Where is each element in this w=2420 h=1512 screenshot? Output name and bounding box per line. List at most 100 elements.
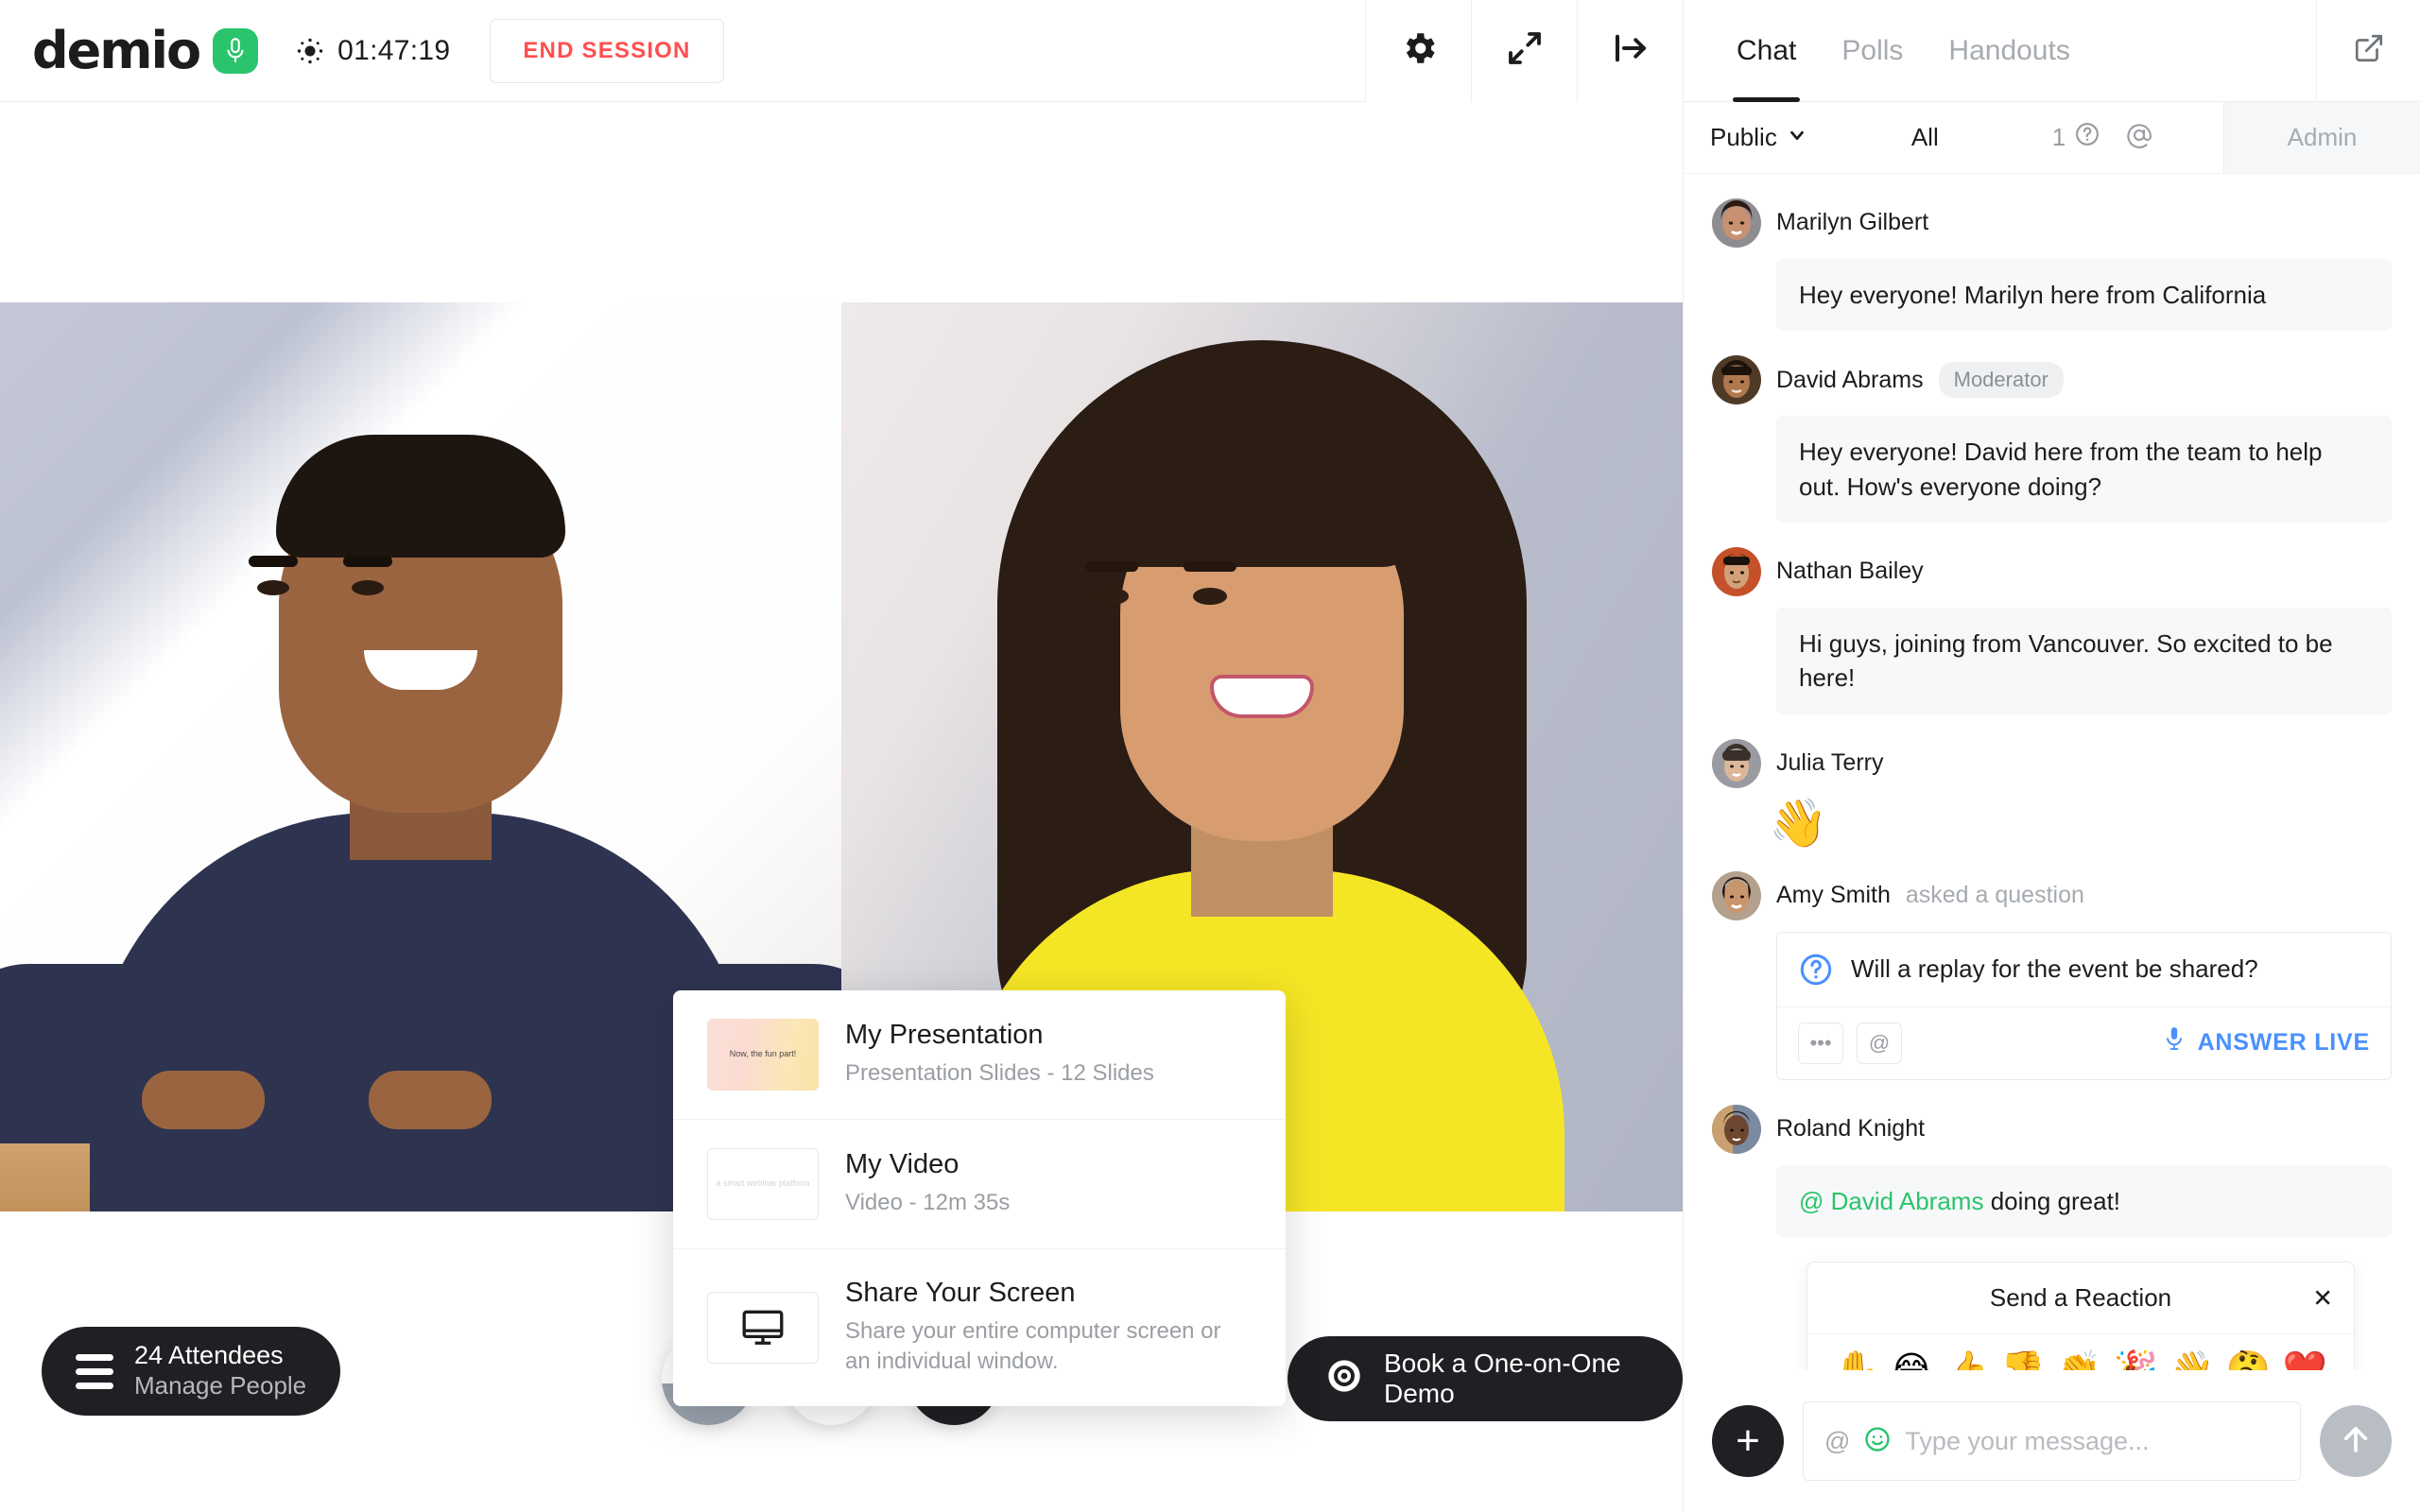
chat-filter-left: Public All 1: [1684, 102, 2223, 173]
share-option-screen[interactable]: Share Your Screen Share your entire comp…: [673, 1248, 1286, 1406]
attendee-count-label: 24 Attendees: [134, 1341, 284, 1370]
message-subtext: asked a question: [1905, 882, 2084, 909]
message-author: Marilyn Gilbert: [1776, 209, 1929, 236]
collapse-panel-button[interactable]: [1577, 0, 1683, 102]
at-icon[interactable]: @: [1857, 1022, 1902, 1064]
tab-polls[interactable]: Polls: [1819, 0, 1926, 102]
chat-tab-bar: Chat Polls Handouts: [1684, 0, 2420, 102]
filter-mentions[interactable]: [2125, 121, 2153, 154]
collapse-panel-icon: [1611, 28, 1651, 73]
visibility-dropdown[interactable]: Public: [1710, 123, 1807, 152]
filter-all[interactable]: All: [1911, 123, 1939, 152]
share-option-title: My Presentation: [845, 1020, 1044, 1051]
message-text: Hi guys, joining from Vancouver. So exci…: [1776, 607, 2392, 714]
chat-message-list[interactable]: Marilyn Gilbert Hey everyone! Marilyn he…: [1684, 174, 2420, 1370]
answer-live-label: ANSWER LIVE: [2197, 1029, 2370, 1057]
question-circle-icon: [2074, 121, 2100, 154]
avatar: [1712, 738, 1761, 788]
avatar: [1712, 546, 1761, 596]
chat-message: Roland Knight @ David Abrams doing great…: [1712, 1104, 2392, 1238]
chat-question-message: Amy Smith asked a question Will a replay…: [1712, 870, 2392, 1080]
timer-text: 01:47:19: [337, 34, 451, 66]
video-thumbnail-caption: a smart webinar platform: [716, 1178, 810, 1189]
avatar: [1712, 1104, 1761, 1154]
smiley-icon[interactable]: [1863, 1425, 1892, 1458]
chat-message: Marilyn Gilbert Hey everyone! Marilyn he…: [1712, 198, 2392, 332]
message-body: doing great!: [1983, 1186, 2121, 1215]
reaction-thumbs-up[interactable]: 👍: [1942, 1351, 1990, 1370]
end-session-button[interactable]: END SESSION: [490, 18, 724, 83]
attendees-button[interactable]: 24 Attendees Manage People: [42, 1327, 341, 1416]
message-header: Amy Smith asked a question: [1712, 870, 2392, 920]
ellipsis-icon[interactable]: •••: [1798, 1022, 1843, 1064]
monitor-icon: [707, 1291, 819, 1364]
message-input-wrap[interactable]: @: [1803, 1401, 2301, 1481]
message-author: David Abrams: [1776, 366, 1924, 393]
reaction-raise-hand[interactable]: ✋: [1832, 1351, 1880, 1370]
message-text: @ David Abrams doing great!: [1776, 1164, 2392, 1238]
plus-icon: +: [1736, 1418, 1760, 1465]
gear-icon: [1399, 28, 1439, 73]
question-text: Will a replay for the event be shared?: [1851, 954, 2258, 984]
fullscreen-button[interactable]: [1471, 0, 1577, 102]
message-author: Julia Terry: [1776, 749, 1884, 777]
send-message-button[interactable]: [2320, 1405, 2392, 1477]
reaction-laugh[interactable]: 😂: [1889, 1351, 1934, 1370]
tab-chat[interactable]: Chat: [1714, 0, 1819, 102]
top-bar-icon-group: [1365, 0, 1683, 102]
message-input[interactable]: [1905, 1426, 2279, 1456]
chat-message: David Abrams Moderator Hey everyone! Dav…: [1712, 355, 2392, 523]
chat-tablist: Chat Polls Handouts: [1684, 0, 2316, 102]
mention-token[interactable]: @ David Abrams: [1799, 1187, 1983, 1215]
question-count: 1: [2051, 122, 2066, 151]
logo-text: demio: [32, 21, 201, 80]
message-author: Roland Knight: [1776, 1115, 1926, 1143]
external-link-icon: [2353, 32, 2385, 69]
reaction-party[interactable]: 🎉: [2112, 1351, 2160, 1370]
question-card: Will a replay for the event be shared? •…: [1776, 931, 2392, 1080]
video-thumbnail: a smart webinar platform: [707, 1148, 819, 1220]
presentation-thumbnail-caption: Now, the fun part!: [729, 1049, 797, 1059]
stage-area: demio 01:47:19 END SESSION Now, the fun …: [0, 0, 1683, 1512]
message-text: Hey everyone! David here from the team t…: [1776, 416, 2392, 523]
filter-questions[interactable]: 1: [2052, 121, 2100, 154]
message-text: Hey everyone! Marilyn here from Californ…: [1776, 258, 2392, 332]
avatar: [1712, 198, 1761, 248]
close-icon[interactable]: ✕: [2312, 1283, 2333, 1313]
message-header: Nathan Bailey: [1712, 546, 2392, 596]
settings-button[interactable]: [1365, 0, 1471, 102]
chat-message: Nathan Bailey Hi guys, joining from Vanc…: [1712, 546, 2392, 714]
microphone-icon: [2162, 1025, 2187, 1060]
send-reaction-panel: Send a Reaction ✕ ✋ 😂 👍 👎 👏 🎉 👋 🤔 ❤️: [1806, 1262, 2355, 1370]
book-demo-button[interactable]: Book a One-on-One Demo: [1288, 1336, 1683, 1421]
avatar: [1712, 355, 1761, 405]
tab-handouts[interactable]: Handouts: [1926, 0, 2092, 102]
chevron-down-icon: [1787, 123, 1807, 152]
question-card-body: Will a replay for the event be shared?: [1777, 933, 2391, 1006]
share-content-menu: Now, the fun part! My Presentation Prese…: [673, 990, 1286, 1406]
question-circle-icon: [1798, 952, 1834, 988]
share-option-subtitle: Share your entire computer screen or an …: [845, 1318, 1221, 1375]
brand-logo: demio: [0, 21, 259, 80]
reaction-heart[interactable]: ❤️: [2281, 1351, 2329, 1370]
reaction-thumbs-down[interactable]: 👎: [1998, 1351, 2047, 1370]
visibility-label: Public: [1710, 122, 1777, 151]
filter-admin[interactable]: Admin: [2223, 102, 2420, 173]
share-option-title: My Video: [845, 1149, 959, 1180]
add-attachment-button[interactable]: +: [1712, 1405, 1784, 1477]
share-option-title: Share Your Screen: [845, 1278, 1076, 1308]
answer-live-button[interactable]: ANSWER LIVE: [2162, 1025, 2370, 1060]
message-author: Amy Smith: [1776, 882, 1891, 909]
popout-chat-button[interactable]: [2316, 0, 2420, 101]
reaction-wave[interactable]: 👋: [2168, 1351, 2216, 1370]
share-option-subtitle: Presentation Slides - 12 Slides: [845, 1060, 1154, 1087]
send-reaction-header: Send a Reaction ✕: [1807, 1263, 2354, 1335]
message-header: Roland Knight: [1712, 1104, 2392, 1154]
share-option-video[interactable]: a smart webinar platform My Video Video …: [673, 1119, 1286, 1248]
reaction-thinking[interactable]: 🤔: [2224, 1351, 2273, 1370]
reaction-clap[interactable]: 👏: [2055, 1351, 2103, 1370]
top-bar: demio 01:47:19 END SESSION: [0, 0, 1683, 102]
hamburger-icon: [76, 1353, 113, 1389]
at-icon[interactable]: @: [1824, 1427, 1850, 1456]
share-option-presentation[interactable]: Now, the fun part! My Presentation Prese…: [673, 990, 1286, 1119]
